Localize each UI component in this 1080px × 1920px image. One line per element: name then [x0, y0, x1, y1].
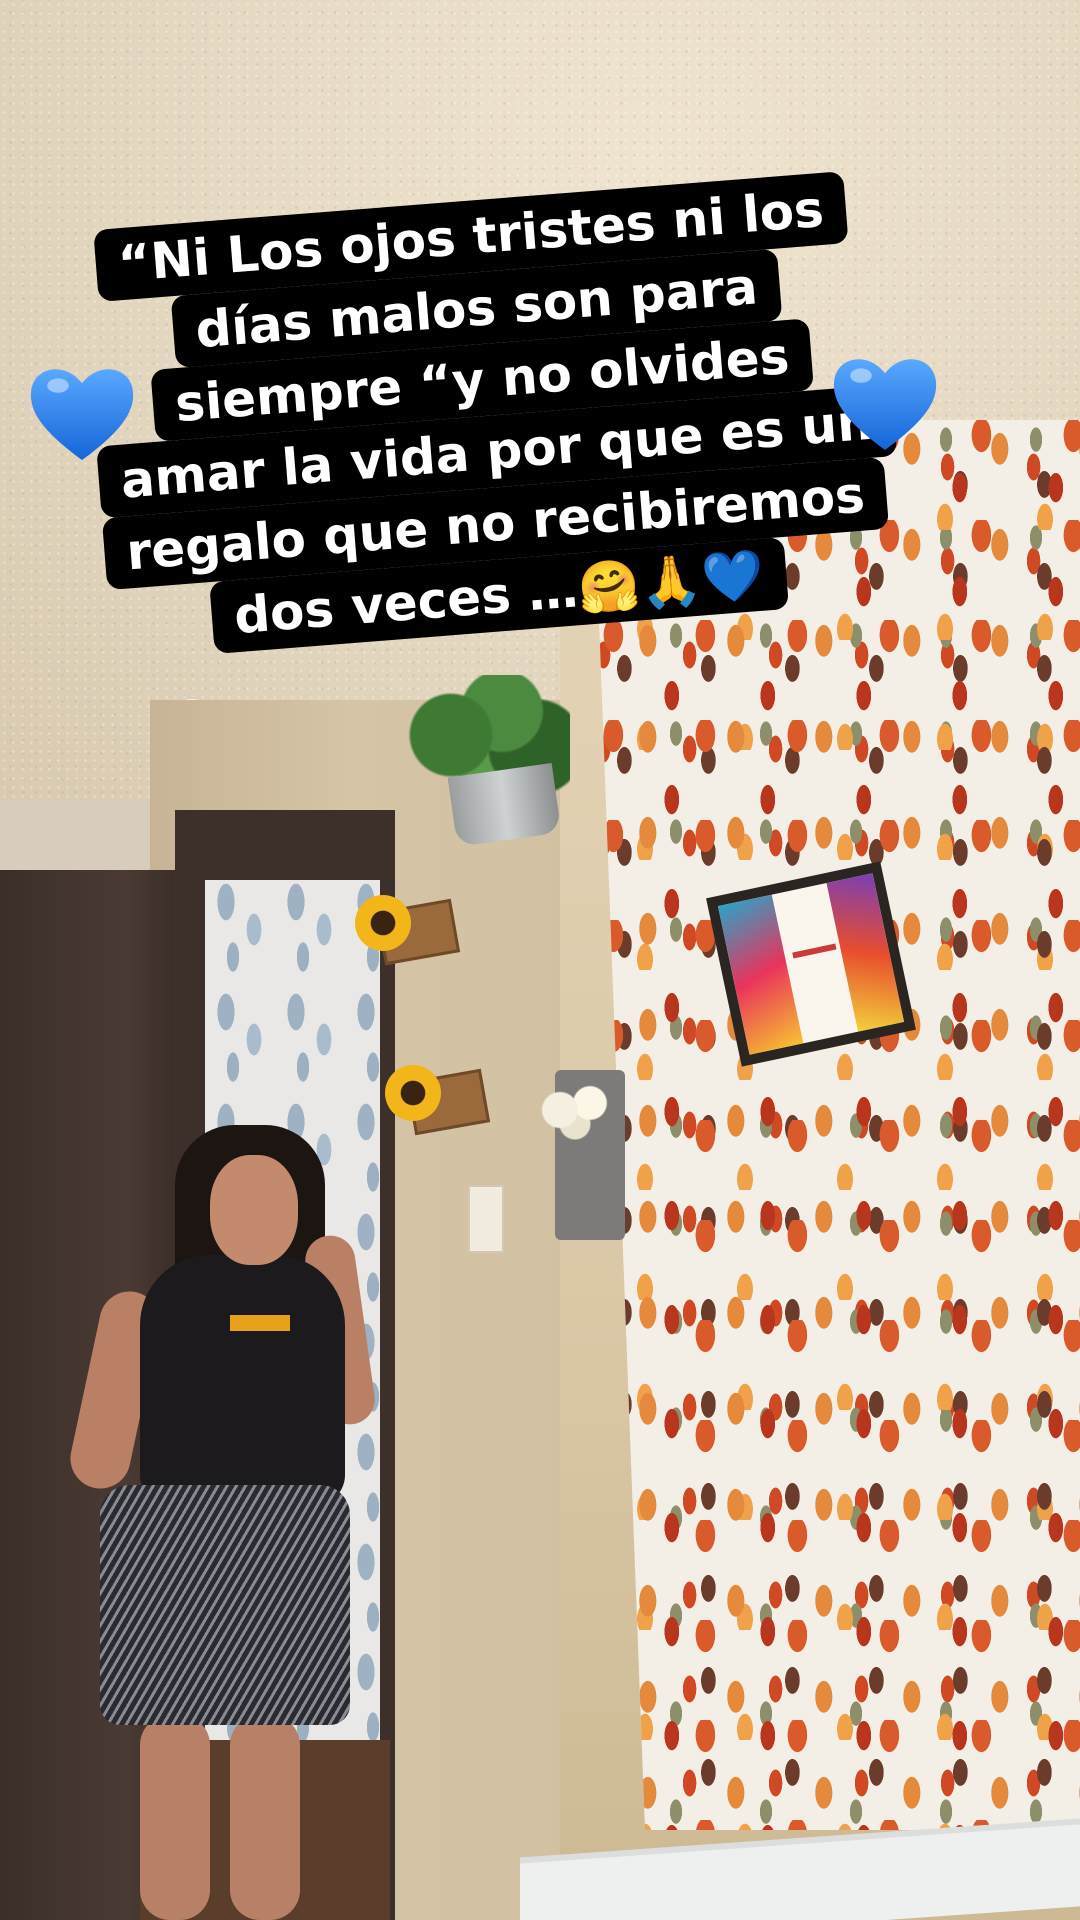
caption-overlay: “Ni Los ojos tristes ni los días malos s… — [93, 171, 898, 654]
white-flowers — [530, 1075, 630, 1145]
blue-heart-icon — [825, 342, 945, 462]
dancing-woman — [64, 1115, 380, 1920]
blue-heart-icon — [22, 352, 142, 472]
framed-certificate — [706, 861, 916, 1067]
video-frame[interactable]: “Ni Los ojos tristes ni los días malos s… — [0, 0, 1080, 1920]
sunflower-decor — [385, 1065, 441, 1121]
light-switch — [468, 1185, 504, 1253]
sunflower-decor — [355, 895, 411, 951]
metal-planter — [447, 763, 562, 847]
